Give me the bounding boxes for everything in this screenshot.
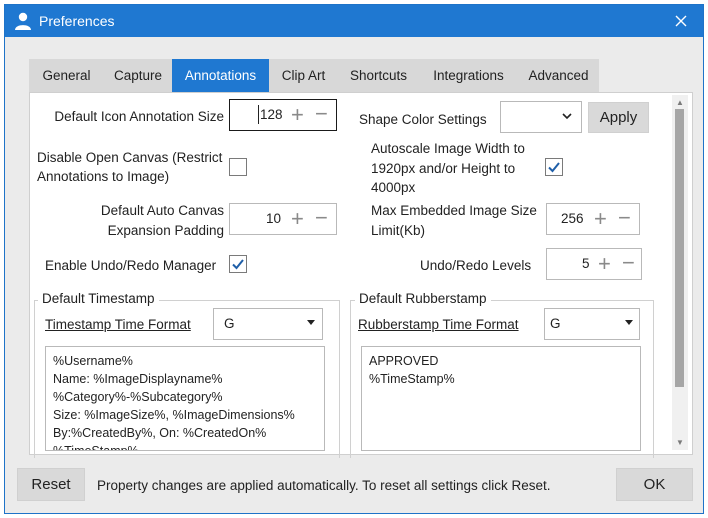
checkmark-icon bbox=[548, 162, 560, 173]
checkmark-icon bbox=[232, 259, 244, 270]
timestamp-textarea[interactable]: %Username% Name: %ImageDisplayname% %Cat… bbox=[45, 346, 325, 451]
undo-manager-label: Enable Undo/Redo Manager bbox=[45, 258, 217, 273]
undo-manager-checkbox[interactable] bbox=[229, 255, 247, 273]
tab-annotations[interactable]: Annotations bbox=[172, 59, 269, 92]
tab-integrations[interactable]: Integrations bbox=[419, 59, 518, 92]
tab-clip-art[interactable]: Clip Art bbox=[269, 59, 338, 92]
close-icon[interactable] bbox=[671, 11, 691, 31]
timestamp-format-select[interactable]: G bbox=[213, 308, 323, 340]
minus-icon[interactable]: − bbox=[618, 207, 631, 229]
minus-icon[interactable]: − bbox=[622, 252, 635, 274]
user-icon bbox=[13, 11, 33, 31]
footer-message: Property changes are applied automatical… bbox=[97, 478, 551, 493]
timestamp-group-title: Default Timestamp bbox=[38, 291, 159, 306]
auto-padding-label-2: Expansion Padding bbox=[107, 223, 224, 238]
apply-button[interactable]: Apply bbox=[588, 102, 649, 133]
window-title: Preferences bbox=[39, 13, 115, 29]
rubberstamp-group-title: Default Rubberstamp bbox=[355, 291, 491, 306]
rubberstamp-textarea[interactable]: APPROVED %TimeStamp% bbox=[361, 346, 641, 451]
chevron-down-icon bbox=[561, 110, 573, 125]
minus-icon[interactable]: − bbox=[315, 207, 328, 229]
auto-padding-value[interactable]: 10 bbox=[266, 211, 281, 226]
plus-icon[interactable]: + bbox=[291, 104, 304, 126]
max-embedded-stepper[interactable]: 256 + − bbox=[546, 203, 640, 235]
tab-general[interactable]: General bbox=[29, 59, 104, 92]
timestamp-format-label: Timestamp Time Format bbox=[45, 317, 191, 332]
max-embedded-value[interactable]: 256 bbox=[561, 211, 584, 226]
scroll-up-icon[interactable]: ▲ bbox=[676, 98, 684, 107]
auto-padding-stepper[interactable]: 10 + − bbox=[229, 203, 337, 235]
timestamp-line: Name: %ImageDisplayname% bbox=[53, 372, 223, 386]
title-bar: Preferences bbox=[5, 5, 703, 37]
timestamp-line: %TimeStamp% bbox=[53, 444, 139, 451]
scroll-down-icon[interactable]: ▼ bbox=[676, 438, 684, 447]
disable-canvas-label-1: Disable Open Canvas (Restrict bbox=[37, 150, 223, 165]
shape-color-label: Shape Color Settings bbox=[359, 112, 487, 127]
rubberstamp-format-label: Rubberstamp Time Format bbox=[358, 317, 519, 332]
undo-levels-stepper[interactable]: 5 + − bbox=[546, 248, 642, 280]
autoscale-label-1: Autoscale Image Width to bbox=[371, 141, 525, 156]
autoscale-label-2: 1920px and/or Height to bbox=[371, 161, 516, 176]
tab-shortcuts[interactable]: Shortcuts bbox=[338, 59, 419, 92]
rubberstamp-line: APPROVED bbox=[369, 354, 439, 368]
ok-button[interactable]: OK bbox=[616, 468, 693, 501]
timestamp-line: %Category%-%Subcategory% bbox=[53, 390, 223, 404]
rubberstamp-line: %TimeStamp% bbox=[369, 372, 455, 386]
tab-advanced[interactable]: Advanced bbox=[518, 59, 599, 92]
icon-size-label: Default Icon Annotation Size bbox=[54, 109, 224, 124]
undo-levels-label: Undo/Redo Levels bbox=[420, 258, 532, 273]
chevron-down-icon bbox=[306, 319, 316, 330]
chevron-down-icon bbox=[624, 319, 634, 330]
auto-padding-label-1: Default Auto Canvas bbox=[100, 203, 224, 218]
minus-icon[interactable]: − bbox=[315, 103, 328, 125]
plus-icon[interactable]: + bbox=[598, 253, 611, 275]
disable-canvas-label-2: Annotations to Image) bbox=[37, 169, 170, 184]
plus-icon[interactable]: + bbox=[291, 208, 304, 230]
max-embedded-label-2: Limit(Kb) bbox=[371, 223, 426, 238]
scrollbar-thumb[interactable] bbox=[675, 109, 684, 387]
reset-button[interactable]: Reset bbox=[17, 468, 85, 501]
timestamp-line: Size: %ImageSize%, %ImageDimensions% bbox=[53, 408, 295, 422]
timestamp-format-value: G bbox=[224, 316, 235, 331]
icon-size-value[interactable]: 128 bbox=[260, 107, 283, 122]
undo-levels-value[interactable]: 5 bbox=[582, 256, 590, 271]
tab-capture[interactable]: Capture bbox=[104, 59, 172, 92]
autoscale-label-3: 4000px bbox=[371, 180, 416, 195]
rubberstamp-format-select[interactable]: G bbox=[544, 308, 640, 340]
icon-size-stepper[interactable]: 128 + − bbox=[229, 99, 337, 131]
plus-icon[interactable]: + bbox=[594, 208, 607, 230]
shape-color-select[interactable] bbox=[500, 101, 582, 133]
autoscale-checkbox[interactable] bbox=[545, 158, 563, 176]
rubberstamp-format-value: G bbox=[550, 316, 561, 331]
max-embedded-label-1: Max Embedded Image Size bbox=[371, 203, 537, 218]
vertical-scrollbar[interactable]: ▲ ▼ bbox=[672, 95, 688, 450]
timestamp-line: %Username% bbox=[53, 354, 133, 368]
preferences-window: Preferences General Capture Annotations … bbox=[4, 4, 704, 514]
disable-canvas-checkbox[interactable] bbox=[229, 158, 247, 176]
timestamp-line: By:%CreatedBy%, On: %CreatedOn% bbox=[53, 426, 267, 440]
